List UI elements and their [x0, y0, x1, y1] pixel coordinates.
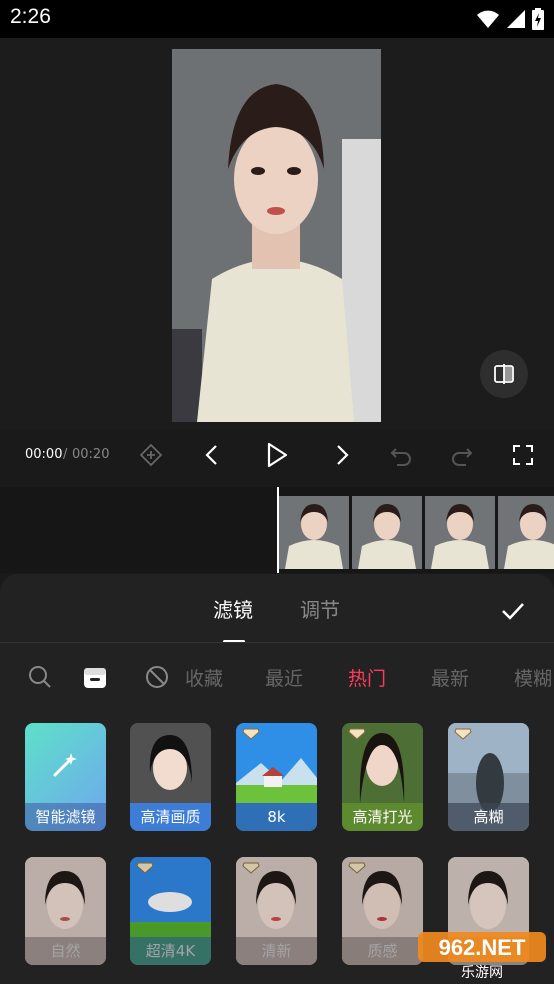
svg-text:乐游网: 乐游网	[461, 965, 503, 980]
filter-panel: 滤镜 调节 收藏 最近 热门 最新 模糊 智能滤镜 高清画质 8k 高清打光 高…	[0, 574, 554, 984]
filter-label: 高糊	[448, 803, 529, 831]
signal-icon	[507, 10, 525, 28]
panel-divider	[0, 642, 554, 643]
time-separator: /	[63, 447, 68, 462]
none-icon	[146, 666, 168, 688]
filter-card-8k[interactable]: 8k	[236, 723, 317, 831]
vip-diamond-icon	[242, 728, 260, 740]
filter-label: 质感	[342, 937, 423, 965]
clip-thumbnail	[352, 496, 422, 569]
category-hot[interactable]: 热门	[348, 664, 386, 691]
tab-adjust[interactable]: 调节	[300, 594, 340, 623]
vip-diamond-icon	[348, 728, 366, 740]
filter-card-natural[interactable]: 自然	[25, 857, 106, 965]
next-frame-button[interactable]	[327, 440, 357, 470]
compare-button[interactable]	[480, 350, 528, 398]
category-blur[interactable]: 模糊	[514, 664, 552, 691]
filter-card-ultra-4k[interactable]: 超清4K	[130, 857, 211, 965]
category-recent[interactable]: 最近	[265, 664, 303, 691]
status-time: 2:26	[10, 5, 51, 28]
site-watermark-logo: 962.NET 乐游网	[418, 930, 548, 981]
filter-label: 超清4K	[130, 937, 211, 965]
fullscreen-button[interactable]	[508, 440, 538, 470]
previous-frame-button[interactable]	[197, 440, 227, 470]
play-button[interactable]	[262, 440, 292, 470]
svg-text:962.NET: 962.NET	[439, 935, 526, 960]
undo-button[interactable]	[386, 440, 416, 470]
category-new[interactable]: 最新	[431, 664, 469, 691]
vip-diamond-icon	[242, 862, 260, 874]
battery-icon	[532, 8, 544, 30]
chevron-right-icon	[337, 445, 349, 465]
filter-label: 智能滤镜	[25, 803, 106, 831]
clip-thumbnail	[498, 496, 554, 569]
checkmark-icon	[502, 603, 524, 620]
wifi-icon	[477, 10, 499, 28]
store-button[interactable]	[82, 664, 108, 690]
status-bar: 2:26	[0, 0, 554, 38]
vip-diamond-icon	[454, 728, 472, 740]
filter-card-smart[interactable]: 智能滤镜	[25, 723, 106, 831]
video-preview	[0, 38, 554, 430]
chevron-left-icon	[205, 445, 217, 465]
filter-label: 高清画质	[130, 803, 211, 831]
filter-card-texture[interactable]: 质感	[342, 857, 423, 965]
current-time: 00:00	[25, 447, 63, 462]
filter-label: 高清打光	[342, 803, 423, 831]
redo-icon	[452, 448, 473, 466]
no-filter-button[interactable]	[144, 664, 170, 690]
compare-icon	[494, 364, 514, 384]
vip-diamond-icon	[348, 862, 366, 874]
filter-card-fresh[interactable]: 清新	[236, 857, 317, 965]
fullscreen-icon	[513, 445, 533, 465]
filter-card-hd-quality[interactable]: 高清画质	[130, 723, 211, 831]
clip-thumbnails[interactable]	[279, 496, 554, 569]
playhead[interactable]	[277, 487, 279, 573]
keyframe-icon	[140, 444, 162, 466]
category-favorites[interactable]: 收藏	[185, 664, 223, 691]
search-icon	[29, 666, 51, 688]
total-time: 00:20	[72, 447, 110, 462]
play-icon	[267, 442, 288, 468]
keyframe-button[interactable]	[136, 440, 166, 470]
video-frame[interactable]	[172, 49, 381, 422]
filter-card-blur[interactable]: 高糊	[448, 723, 529, 831]
confirm-button[interactable]	[498, 596, 528, 626]
video-image	[172, 49, 381, 422]
status-icons	[476, 8, 544, 30]
vip-diamond-icon	[136, 862, 154, 874]
undo-icon	[390, 448, 411, 466]
tab-filter[interactable]: 滤镜	[213, 594, 253, 623]
redo-button[interactable]	[447, 440, 477, 470]
search-button[interactable]	[27, 664, 53, 690]
category-row: 收藏 最近 热门 最新 模糊	[0, 656, 554, 696]
filter-label: 自然	[25, 937, 106, 965]
playback-controls: 00:00 / 00:20	[0, 430, 554, 482]
store-icon	[84, 668, 106, 688]
filter-card-hd-lighting[interactable]: 高清打光	[342, 723, 423, 831]
clip-thumbnail	[279, 496, 349, 569]
magic-wand-icon	[53, 753, 77, 777]
filter-label: 8k	[236, 803, 317, 831]
timeline[interactable]	[0, 487, 554, 573]
clip-thumbnail	[425, 496, 495, 569]
filter-label: 清新	[236, 937, 317, 965]
